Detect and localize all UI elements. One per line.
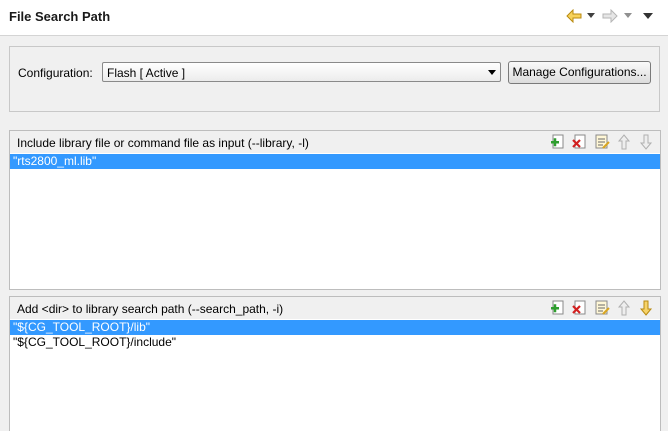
delete-icon[interactable] — [572, 134, 588, 150]
configuration-group: Configuration: Flash [ Active ] Manage C… — [9, 46, 660, 112]
search-path-panel-title: Add <dir> to library search path (--sear… — [17, 302, 284, 316]
manage-configurations-button[interactable]: Manage Configurations... — [508, 61, 651, 84]
include-library-panel: Include library file or command file as … — [9, 130, 661, 290]
chevron-down-icon — [488, 70, 496, 75]
editor-header: File Search Path — [0, 0, 668, 36]
list-item[interactable]: "${CG_TOOL_ROOT}/include" — [10, 335, 660, 350]
edit-icon[interactable] — [594, 300, 610, 316]
move-up-icon[interactable] — [616, 134, 632, 150]
forward-dropdown-button[interactable] — [624, 7, 632, 25]
configuration-select[interactable]: Flash [ Active ] — [102, 62, 501, 82]
forward-button[interactable] — [602, 7, 618, 25]
chevron-down-icon — [587, 13, 595, 18]
list-item[interactable]: "rts2800_ml.lib" — [10, 154, 660, 169]
view-menu-icon — [643, 12, 653, 19]
search-path-panel: Add <dir> to library search path (--sear… — [9, 296, 661, 431]
add-icon[interactable] — [550, 300, 566, 316]
search-path-list[interactable]: "${CG_TOOL_ROOT}/lib" "${CG_TOOL_ROOT}/i… — [10, 320, 660, 431]
search-path-panel-header: Add <dir> to library search path (--sear… — [10, 297, 660, 319]
back-button[interactable] — [566, 7, 582, 25]
move-down-icon[interactable] — [638, 134, 654, 150]
configuration-label: Configuration: — [18, 66, 93, 80]
list-item[interactable]: "${CG_TOOL_ROOT}/lib" — [10, 320, 660, 335]
include-library-toolbar — [550, 134, 654, 150]
edit-icon[interactable] — [594, 134, 610, 150]
configuration-value: Flash [ Active ] — [107, 66, 186, 80]
chevron-down-icon — [624, 13, 632, 18]
move-up-icon[interactable] — [616, 300, 632, 316]
search-path-toolbar — [550, 300, 654, 316]
delete-icon[interactable] — [572, 300, 588, 316]
back-arrow-icon — [566, 9, 582, 23]
page-title: File Search Path — [9, 9, 111, 24]
include-library-list[interactable]: "rts2800_ml.lib" — [10, 154, 660, 289]
forward-arrow-icon — [602, 9, 618, 23]
back-dropdown-button[interactable] — [587, 7, 595, 25]
include-library-panel-title: Include library file or command file as … — [17, 136, 309, 150]
view-menu-button[interactable] — [643, 7, 653, 25]
add-icon[interactable] — [550, 134, 566, 150]
move-down-icon[interactable] — [638, 300, 654, 316]
include-library-panel-header: Include library file or command file as … — [10, 131, 660, 153]
